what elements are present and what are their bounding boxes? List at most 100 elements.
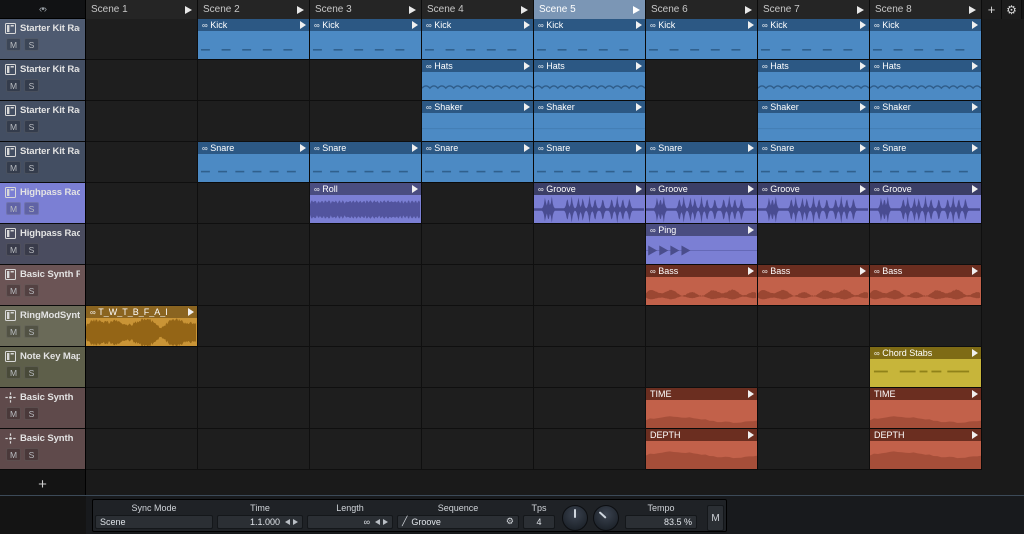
- add-track-button[interactable]: +: [0, 470, 85, 498]
- clip-slot[interactable]: [758, 306, 870, 347]
- clip-body[interactable]: [870, 400, 981, 428]
- solo-button[interactable]: S: [24, 407, 39, 420]
- clip-play-icon[interactable]: [524, 144, 530, 152]
- clip-slot[interactable]: [310, 101, 422, 142]
- clip-body[interactable]: [646, 236, 757, 264]
- clip-body[interactable]: [534, 195, 645, 223]
- length-value[interactable]: ∞: [364, 517, 370, 527]
- clip-body[interactable]: [86, 318, 197, 346]
- scene-header-1[interactable]: Scene 1: [86, 0, 198, 19]
- scene-header-3[interactable]: Scene 3: [310, 0, 422, 19]
- clip-slot[interactable]: [86, 60, 198, 101]
- scene-play-icon[interactable]: [297, 5, 304, 14]
- time-decrement-icon[interactable]: [285, 518, 290, 525]
- track-header-2[interactable]: Starter Kit Rack MS: [0, 101, 85, 142]
- clip[interactable]: ∞ Snare: [310, 142, 422, 183]
- clip-play-icon[interactable]: [748, 185, 754, 193]
- clip-body[interactable]: [646, 277, 757, 305]
- clip-body[interactable]: [198, 31, 309, 59]
- scene-header-7[interactable]: Scene 7: [758, 0, 870, 19]
- clip-slot[interactable]: [198, 265, 310, 306]
- clip-slot[interactable]: [198, 429, 310, 470]
- clip-slot[interactable]: [422, 183, 534, 224]
- clip[interactable]: ∞ Kick: [758, 19, 870, 60]
- clip-slot[interactable]: [198, 347, 310, 388]
- clip-slot[interactable]: [534, 265, 646, 306]
- clip-play-icon[interactable]: [972, 267, 978, 275]
- clip-play-icon[interactable]: [860, 185, 866, 193]
- clip[interactable]: ∞ Snare: [758, 142, 870, 183]
- mute-button[interactable]: M: [6, 79, 21, 92]
- sync-mode-value[interactable]: Scene: [95, 514, 213, 529]
- clip-slot[interactable]: [758, 347, 870, 388]
- clip-slot[interactable]: [534, 347, 646, 388]
- clip-play-icon[interactable]: [748, 21, 754, 29]
- solo-button[interactable]: S: [24, 38, 39, 51]
- clip-body[interactable]: [758, 31, 869, 59]
- clip-slot[interactable]: [422, 429, 534, 470]
- clip-slot[interactable]: [422, 347, 534, 388]
- clip-body[interactable]: [534, 113, 645, 141]
- solo-button[interactable]: S: [24, 79, 39, 92]
- clip-slot[interactable]: [86, 347, 198, 388]
- mute-button[interactable]: M: [6, 366, 21, 379]
- clip-body[interactable]: [646, 154, 757, 182]
- clip[interactable]: ∞ Snare: [534, 142, 646, 183]
- clip[interactable]: ∞ Hats: [870, 60, 982, 101]
- clip-slot[interactable]: [310, 224, 422, 265]
- clip-body[interactable]: [422, 72, 533, 100]
- solo-button[interactable]: S: [24, 284, 39, 297]
- clip-body[interactable]: [534, 154, 645, 182]
- solo-button[interactable]: S: [24, 243, 39, 256]
- clip-play-icon[interactable]: [972, 103, 978, 111]
- length-field[interactable]: Length ∞: [307, 502, 393, 529]
- clip-slot[interactable]: [758, 388, 870, 429]
- clip-body[interactable]: [534, 72, 645, 100]
- clip[interactable]: ∞ Kick: [646, 19, 758, 60]
- mute-button[interactable]: M: [6, 120, 21, 133]
- clip[interactable]: ∞ Hats: [422, 60, 534, 101]
- clip-slot[interactable]: [198, 224, 310, 265]
- clip-slot[interactable]: [422, 265, 534, 306]
- clip-body[interactable]: [198, 154, 309, 182]
- solo-button[interactable]: S: [24, 366, 39, 379]
- clip-slot[interactable]: [422, 224, 534, 265]
- clip[interactable]: ∞ Shaker: [870, 101, 982, 142]
- clip-play-icon[interactable]: [300, 21, 306, 29]
- clip-slot[interactable]: [870, 306, 982, 347]
- solo-button[interactable]: S: [24, 202, 39, 215]
- clip-slot[interactable]: [86, 429, 198, 470]
- clip-play-icon[interactable]: [412, 144, 418, 152]
- amount-knob[interactable]: [593, 505, 619, 531]
- clip[interactable]: ∞ Groove: [646, 183, 758, 224]
- time-value[interactable]: 1.1.000: [250, 517, 280, 527]
- track-header-1[interactable]: Starter Kit Rack MS: [0, 60, 85, 101]
- clip[interactable]: ∞ Kick: [422, 19, 534, 60]
- clip-play-icon[interactable]: [972, 349, 978, 357]
- clip-play-icon[interactable]: [972, 21, 978, 29]
- scene-header-6[interactable]: Scene 6: [646, 0, 758, 19]
- clip-play-icon[interactable]: [524, 103, 530, 111]
- track-width-handle[interactable]: ‹•›: [0, 0, 86, 19]
- clip-play-icon[interactable]: [748, 390, 754, 398]
- clip-slot[interactable]: [758, 224, 870, 265]
- clip[interactable]: ∞ Hats: [758, 60, 870, 101]
- clip-body[interactable]: [646, 31, 757, 59]
- clip[interactable]: ∞ Groove: [870, 183, 982, 224]
- scene-play-icon[interactable]: [969, 5, 976, 14]
- clip-body[interactable]: [422, 31, 533, 59]
- track-header-6[interactable]: Basic Synth Rack MS: [0, 265, 85, 306]
- clip-body[interactable]: [422, 113, 533, 141]
- clip-slot[interactable]: [198, 183, 310, 224]
- scene-header-2[interactable]: Scene 2: [198, 0, 310, 19]
- clip[interactable]: ∞ Kick: [310, 19, 422, 60]
- clip-body[interactable]: [310, 154, 421, 182]
- clip-body[interactable]: [870, 441, 981, 469]
- mute-button[interactable]: M: [6, 407, 21, 420]
- clip-body[interactable]: [870, 195, 981, 223]
- solo-button[interactable]: S: [24, 325, 39, 338]
- clip-body[interactable]: [310, 31, 421, 59]
- clip-slot[interactable]: [310, 429, 422, 470]
- clip-play-icon[interactable]: [972, 62, 978, 70]
- clip-play-icon[interactable]: [748, 144, 754, 152]
